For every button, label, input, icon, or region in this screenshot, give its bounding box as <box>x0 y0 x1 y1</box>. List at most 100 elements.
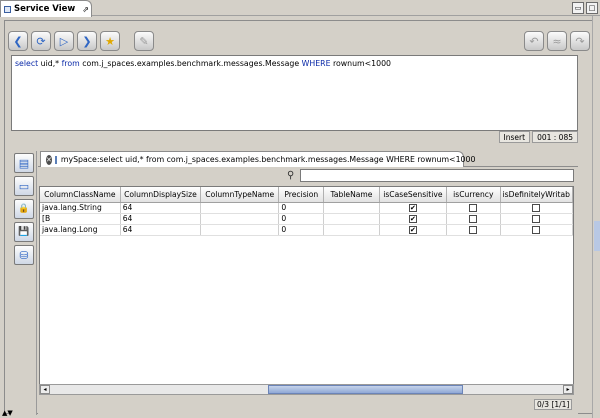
currency-cell <box>446 202 501 214</box>
query-fragment: uid,* <box>38 59 62 68</box>
side-toolbar: ▤ ▭ 🔒 💾 ⛁ <box>11 151 37 415</box>
filter-input[interactable] <box>300 169 574 182</box>
display-size-cell: 64 <box>120 213 202 225</box>
scroll-thumb[interactable] <box>268 385 463 394</box>
maximize-button[interactable]: □ <box>586 2 598 14</box>
execute-button[interactable]: ▷ <box>54 31 74 51</box>
case-sensitive-cell: ✔ <box>379 224 448 236</box>
forward-button[interactable]: ❯ <box>77 31 97 51</box>
toolbar-right-group: ↶ ≈ ↷ <box>524 31 590 51</box>
keyword-where: WHERE <box>301 59 331 68</box>
query-toolbar: ❮ ⟳ ▷ ❯ ★ ✎ ↶ ≈ ↷ <box>8 28 590 54</box>
case-sensitive-checkbox[interactable]: ✔ <box>408 215 417 223</box>
result-tab-label: mySpace:select uid,* from com.j_spaces.e… <box>60 155 476 164</box>
wand-icon: ✎ <box>139 34 149 48</box>
result-tab[interactable]: ✕ mySpace:select uid,* from com.j_spaces… <box>40 151 475 167</box>
database-button[interactable]: ⛁ <box>14 245 34 265</box>
query-editor[interactable]: select uid,* from com.j_spaces.examples.… <box>11 55 578 131</box>
star-icon: ★ <box>105 34 115 48</box>
favorite-button[interactable]: ★ <box>100 31 120 51</box>
query-fragment: com.j_spaces.examples.benchmark.messages… <box>79 59 302 68</box>
back-arrow-icon: ❮ <box>13 34 23 48</box>
refresh-button[interactable]: ⟳ <box>31 31 51 51</box>
type-name-cell <box>200 213 280 225</box>
writable-checkbox[interactable] <box>532 204 541 212</box>
writable-cell <box>500 213 573 225</box>
scroll-right-icon[interactable]: ▸ <box>563 385 573 394</box>
precision-cell: 0 <box>278 224 325 236</box>
undo-button[interactable]: ↶ <box>524 31 544 51</box>
lock-button[interactable]: 🔒 <box>14 199 34 219</box>
insert-mode-indicator: Insert <box>498 131 531 143</box>
class-name-cell: [B <box>40 213 121 225</box>
play-icon: ▷ <box>59 34 69 48</box>
table-name-cell <box>323 224 380 236</box>
search-icon: ⚲ <box>287 170 295 181</box>
redo-button[interactable]: ↷ <box>570 31 590 51</box>
restore-button[interactable]: ▭ <box>572 2 584 14</box>
column-header[interactable]: isDefinitelyWritab <box>500 187 573 203</box>
column-header[interactable]: isCurrency <box>446 187 501 203</box>
table-row[interactable]: [B 64 0 ✔ <box>40 213 573 225</box>
header-row: ColumnClassName ColumnDisplaySize Column… <box>40 187 573 203</box>
class-name-cell: java.lang.Long <box>40 224 121 236</box>
class-name-cell: java.lang.String <box>40 202 121 214</box>
type-name-cell <box>200 224 280 236</box>
undo-icon: ↶ <box>529 34 539 48</box>
close-tab-icon[interactable]: ✕ <box>46 154 52 165</box>
table-view-button[interactable]: ▤ <box>14 153 34 173</box>
case-sensitive-checkbox[interactable]: ✔ <box>408 226 417 234</box>
currency-cell <box>446 224 501 236</box>
redo-all-button[interactable]: ≈ <box>547 31 567 51</box>
floppy-icon: 💾 <box>18 227 30 237</box>
precision-cell: 0 <box>278 213 325 225</box>
console-button[interactable]: ▭ <box>14 176 34 196</box>
table-row[interactable]: java.lang.String 64 0 ✔ <box>40 202 573 214</box>
horizontal-scrollbar[interactable]: ◂ ▸ <box>39 384 574 395</box>
currency-checkbox[interactable] <box>469 226 478 234</box>
column-header[interactable]: TableName <box>323 187 380 203</box>
back-button[interactable]: ❮ <box>8 31 28 51</box>
column-header[interactable]: ColumnDisplaySize <box>120 187 202 203</box>
redo-icon: ↷ <box>575 34 585 48</box>
column-header[interactable]: ColumnClassName <box>40 187 121 203</box>
currency-checkbox[interactable] <box>469 215 478 223</box>
case-sensitive-cell: ✔ <box>379 213 448 225</box>
forward-icon: ❯ <box>82 34 92 48</box>
writable-cell <box>500 202 573 214</box>
vertical-scroll-thumb[interactable] <box>594 221 600 251</box>
service-view-tab[interactable]: Service View ⇗ <box>0 0 92 17</box>
console-icon: ▭ <box>18 179 30 193</box>
refresh-icon: ⟳ <box>36 34 46 48</box>
type-name-cell <box>200 202 280 214</box>
view-tab-icon <box>4 5 11 13</box>
wizard-button[interactable]: ✎ <box>134 31 154 51</box>
save-button[interactable]: 💾 <box>14 222 34 242</box>
column-header[interactable]: ColumnTypeName <box>200 187 280 203</box>
pin-icon[interactable]: ⇗ <box>82 5 89 14</box>
table-row[interactable]: java.lang.Long 64 0 ✔ <box>40 224 573 236</box>
view-vertical-scrollbar[interactable] <box>592 16 600 418</box>
editor-status-bar: Insert 001 : 085 <box>11 131 578 144</box>
metadata-table: ColumnClassName ColumnDisplaySize Column… <box>40 187 573 236</box>
writable-cell <box>500 224 573 236</box>
table-view-icon: ▤ <box>18 156 30 170</box>
case-sensitive-cell: ✔ <box>379 202 448 214</box>
cursor-position: 001 : 085 <box>532 131 578 143</box>
keyword-select: select <box>15 59 39 68</box>
collapse-arrows-icon[interactable]: ▲▼ <box>2 409 13 417</box>
currency-checkbox[interactable] <box>469 204 478 212</box>
lock-icon: 🔒 <box>18 204 30 214</box>
precision-cell: 0 <box>278 202 325 214</box>
writable-checkbox[interactable] <box>532 226 541 234</box>
writable-checkbox[interactable] <box>532 215 541 223</box>
column-header[interactable]: isCaseSensitive <box>379 187 448 203</box>
database-icon: ⛁ <box>19 248 29 262</box>
case-sensitive-checkbox[interactable]: ✔ <box>408 204 417 212</box>
scroll-left-icon[interactable]: ◂ <box>40 385 50 394</box>
display-size-cell: 64 <box>120 202 202 214</box>
view-titlebar: Service View ⇗ ▭ □ <box>0 0 600 17</box>
column-header[interactable]: Precision <box>278 187 325 203</box>
display-size-cell: 64 <box>120 224 202 236</box>
keyword-from: from <box>61 59 80 68</box>
